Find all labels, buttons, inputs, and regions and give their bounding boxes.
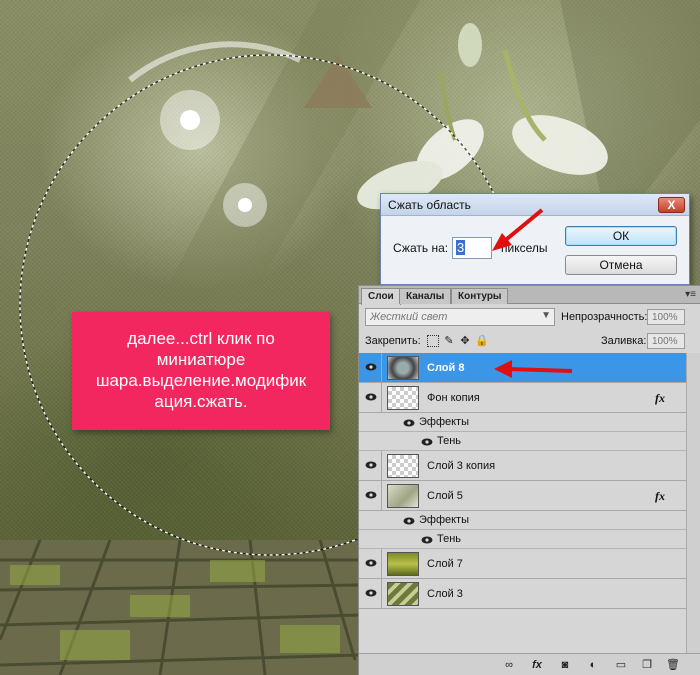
shadow-label: Тень	[437, 435, 462, 447]
divider	[381, 353, 382, 382]
close-button[interactable]: X	[658, 197, 685, 213]
layers-list: Слой 8 Фон копия fx Эффекты Тень Слой 3 …	[359, 353, 700, 653]
layer-row[interactable]: Слой 5 fx	[359, 481, 687, 511]
blend-row: Жесткий свет ▼ Непрозрачность: 100%	[365, 308, 693, 330]
divider	[381, 579, 382, 608]
instruction-note: далее...ctrl клик по миниатюре шара.выде…	[72, 312, 330, 430]
layer-row[interactable]: Фон копия fx	[359, 383, 687, 413]
fx-icon[interactable]: fx	[655, 489, 665, 504]
lock-all-icon[interactable]: 🔒	[475, 335, 489, 347]
contract-label: Сжать на:	[393, 241, 449, 255]
eye-icon[interactable]	[421, 535, 433, 545]
divider	[381, 549, 382, 578]
layer-thumbnail[interactable]	[387, 552, 419, 576]
eye-icon[interactable]	[365, 588, 377, 598]
divider	[381, 451, 382, 480]
layer-name: Фон копия	[427, 392, 480, 404]
ok-button[interactable]: ОК	[565, 226, 677, 246]
eye-icon[interactable]	[365, 392, 377, 402]
layer-name: Слой 3 копия	[427, 460, 496, 472]
tab-layers[interactable]: Слои	[361, 288, 401, 305]
adjustment-layer-icon[interactable]: ◐	[585, 658, 601, 672]
blend-mode-value: Жесткий свет	[370, 311, 448, 323]
tiled-floor	[0, 539, 361, 675]
eye-icon[interactable]	[421, 437, 433, 447]
contract-amount-input[interactable]: 3	[452, 237, 492, 259]
layer-thumbnail[interactable]	[387, 582, 419, 606]
layer-thumbnail[interactable]	[387, 386, 419, 410]
panel-tabbar: Слои Каналы Контуры ▾≡	[359, 286, 700, 305]
note-line: далее...ctrl клик по	[127, 329, 275, 348]
fx-icon[interactable]: fx	[655, 391, 665, 406]
layer-row[interactable]: Слой 3	[359, 579, 687, 609]
layers-footer: ∞ fx ◙ ◐ ▭ ❐ 🗑	[359, 653, 700, 675]
eye-icon[interactable]	[365, 362, 377, 372]
eye-icon[interactable]	[365, 490, 377, 500]
lock-move-icon[interactable]: ✥	[459, 335, 471, 347]
lock-row: Закрепить: ✎ ✥ 🔒 Заливка: 100%	[365, 333, 695, 353]
layers-scrollbar[interactable]	[686, 353, 700, 653]
layer-name: Слой 7	[427, 558, 463, 570]
opacity-input[interactable]: 100%	[647, 309, 685, 325]
layer-name: Слой 5	[427, 490, 463, 502]
red-arrow-icon	[492, 208, 544, 251]
dialog-title: Сжать область	[388, 198, 471, 212]
cancel-button[interactable]: Отмена	[565, 255, 677, 275]
red-arrow-icon	[494, 360, 573, 378]
divider	[381, 383, 382, 412]
note-line: миниатюре	[156, 350, 246, 369]
effects-row[interactable]: Эффекты	[359, 413, 687, 432]
eye-icon[interactable]	[365, 558, 377, 568]
layer-row[interactable]: Слой 7	[359, 549, 687, 579]
lock-label: Закрепить:	[365, 335, 421, 347]
fill-label: Заливка:	[601, 335, 647, 347]
panel-menu-icon[interactable]: ▾≡	[685, 289, 696, 300]
layer-thumbnail[interactable]	[387, 356, 419, 380]
note-line: шара.выделение.модифик	[95, 371, 307, 390]
blend-mode-select[interactable]: Жесткий свет ▼	[365, 308, 555, 326]
eye-icon[interactable]	[403, 418, 415, 428]
effects-label: Эффекты	[419, 416, 470, 428]
tab-channels[interactable]: Каналы	[399, 288, 452, 304]
layer-thumbnail[interactable]	[387, 484, 419, 508]
divider	[381, 481, 382, 510]
effects-row[interactable]: Эффекты	[359, 511, 687, 530]
new-group-icon[interactable]: ▭	[613, 658, 629, 672]
opacity-value: 100%	[652, 312, 678, 323]
layer-name: Слой 8	[427, 362, 465, 374]
fill-value: 100%	[652, 336, 678, 347]
trash-icon[interactable]: 🗑	[665, 658, 681, 672]
lock-transparency-icon[interactable]	[427, 335, 439, 347]
fill-input[interactable]: 100%	[647, 333, 685, 349]
effect-shadow-row[interactable]: Тень	[359, 530, 687, 549]
fx-icon[interactable]: fx	[529, 658, 545, 672]
link-layers-icon[interactable]: ∞	[501, 658, 517, 672]
add-mask-icon[interactable]: ◙	[557, 658, 573, 672]
opacity-label: Непрозрачность:	[561, 311, 648, 323]
note-line: ация.сжать.	[154, 392, 248, 411]
close-icon: X	[667, 198, 676, 212]
eye-icon[interactable]	[365, 460, 377, 470]
new-layer-icon[interactable]: ❐	[639, 658, 655, 672]
contract-amount-value: 3	[456, 240, 466, 255]
lock-brush-icon[interactable]: ✎	[443, 335, 455, 347]
layer-thumbnail[interactable]	[387, 454, 419, 478]
eye-icon[interactable]	[403, 516, 415, 526]
chevron-down-icon: ▼	[541, 310, 551, 321]
layers-panel: Слои Каналы Контуры ▾≡ Жесткий свет ▼ Не…	[358, 285, 700, 675]
layer-name: Слой 3	[427, 588, 463, 600]
effect-shadow-row[interactable]: Тень	[359, 432, 687, 451]
effects-label: Эффекты	[419, 514, 470, 526]
tab-paths[interactable]: Контуры	[451, 288, 509, 304]
layer-row[interactable]: Слой 3 копия	[359, 451, 687, 481]
shadow-label: Тень	[437, 533, 462, 545]
